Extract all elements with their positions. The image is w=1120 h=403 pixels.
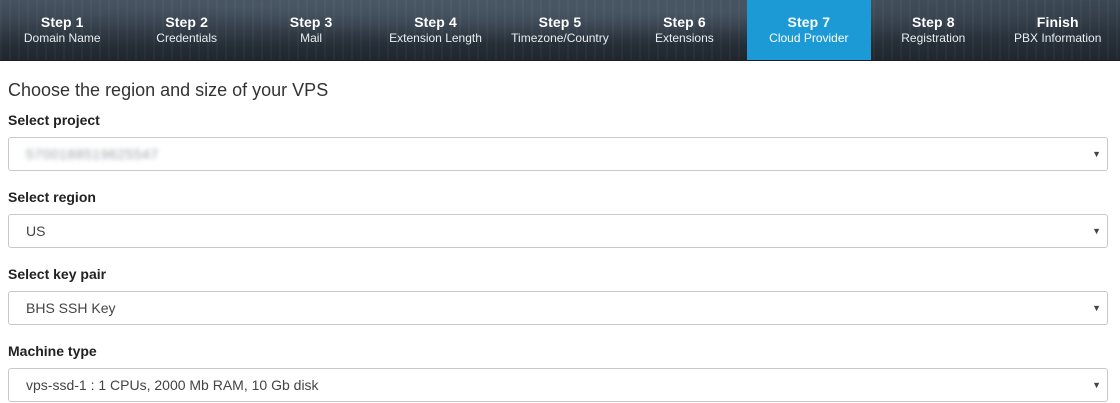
step-subtitle: Extensions [655,31,714,45]
step-subtitle: Registration [901,31,966,45]
step-title: Step 3 [289,14,333,30]
step-7-active[interactable]: Step 7 Cloud Provider [746,0,872,60]
caret-down-icon: ▼ [1092,380,1101,390]
machine-type-select-value: vps-ssd-1 : 1 CPUs, 2000 Mb RAM, 10 Gb d… [26,377,319,393]
step-1[interactable]: Step 1 Domain Name [0,0,124,60]
project-label: Select project [8,112,100,128]
step-title: Step 8 [911,14,955,30]
machine-type-label: Machine type [8,343,97,359]
step-subtitle: Cloud Provider [769,31,849,45]
step-2[interactable]: Step 2 Credentials [124,0,248,60]
step-subtitle: Timezone/Country [511,31,609,45]
step-6[interactable]: Step 6 Extensions [622,0,746,60]
step-title: Step 1 [40,14,84,30]
step-title: Step 5 [538,14,582,30]
region-label: Select region [8,189,96,205]
step-4[interactable]: Step 4 Extension Length [373,0,497,60]
step-8[interactable]: Step 8 Registration [871,0,995,60]
key-pair-select[interactable]: BHS SSH Key ▼ [8,291,1108,325]
step-subtitle: Domain Name [23,31,101,45]
step-title: Finish [1036,14,1079,30]
machine-type-select[interactable]: vps-ssd-1 : 1 CPUs, 2000 Mb RAM, 10 Gb d… [8,368,1108,402]
vps-form: Choose the region and size of your VPS S… [8,61,1108,402]
caret-down-icon: ▼ [1092,149,1101,159]
region-select-value: US [26,223,46,239]
page-title: Choose the region and size of your VPS [8,80,329,100]
key-pair-label: Select key pair [8,266,107,282]
step-title: Step 2 [165,14,208,30]
step-title: Step 4 [414,14,457,30]
step-subtitle: PBX Information [1014,31,1102,45]
step-subtitle: Extension Length [389,31,482,45]
step-finish[interactable]: Finish PBX Information [996,0,1120,60]
step-subtitle: Credentials [156,31,217,45]
caret-down-icon: ▼ [1092,303,1101,313]
step-title: Step 6 [663,14,706,30]
step-subtitle: Mail [300,31,323,45]
step-title: Step 7 [787,14,831,30]
step-5[interactable]: Step 5 Timezone/Country [498,0,622,60]
project-select-value: 5700188519625547 [26,146,159,162]
project-select[interactable]: 5700188519625547 ▼ [8,137,1108,171]
step-3[interactable]: Step 3 Mail [249,0,373,60]
region-select[interactable]: US ▼ [8,214,1108,248]
wizard-steps: Step 1 Domain Name Step 2 Credentials St… [0,0,1120,61]
key-pair-select-value: BHS SSH Key [26,300,116,316]
caret-down-icon: ▼ [1092,226,1101,236]
